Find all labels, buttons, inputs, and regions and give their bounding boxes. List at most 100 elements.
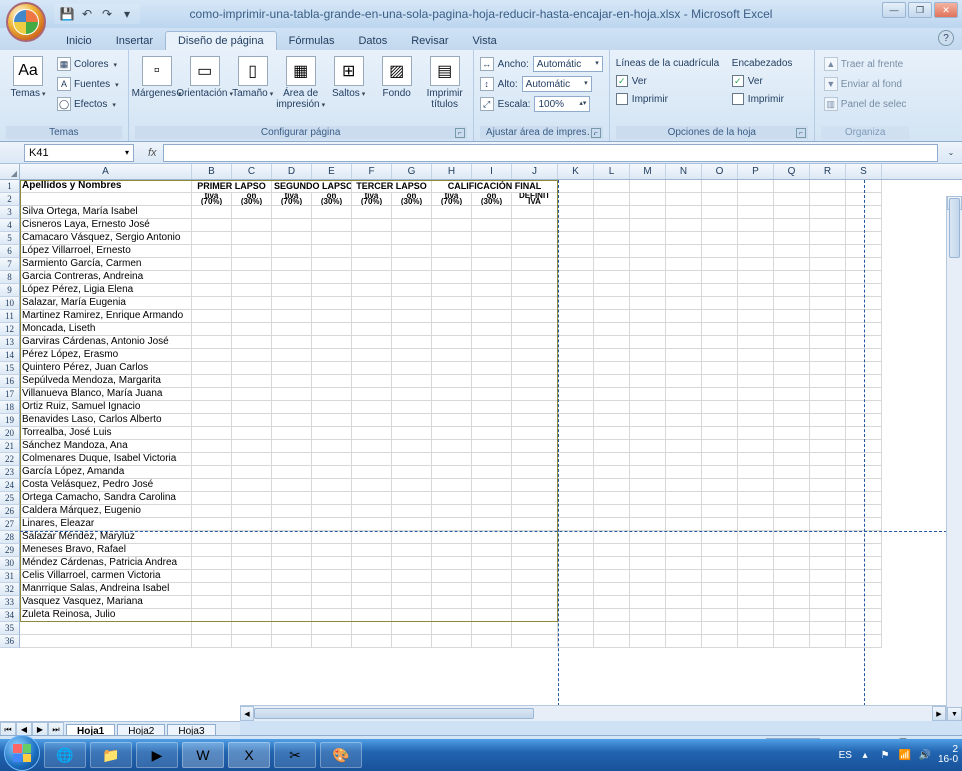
cell[interactable] <box>630 492 666 505</box>
cell[interactable] <box>512 557 558 570</box>
cell[interactable] <box>810 310 846 323</box>
cell[interactable] <box>232 297 272 310</box>
cell[interactable] <box>738 466 774 479</box>
cell[interactable] <box>594 193 630 206</box>
cell[interactable] <box>472 518 512 531</box>
cell[interactable] <box>774 245 810 258</box>
cell[interactable] <box>810 531 846 544</box>
cell[interactable] <box>272 245 312 258</box>
cell[interactable] <box>232 336 272 349</box>
cell[interactable] <box>810 401 846 414</box>
cell[interactable] <box>232 544 272 557</box>
cell[interactable] <box>392 609 432 622</box>
cell[interactable] <box>630 583 666 596</box>
cell[interactable] <box>312 336 352 349</box>
cell[interactable] <box>512 622 558 635</box>
cell[interactable]: Camacaro Vásquez, Sergio Antonio <box>20 232 192 245</box>
row-header[interactable]: 2 <box>0 193 20 206</box>
cell[interactable] <box>666 505 702 518</box>
cell[interactable] <box>594 206 630 219</box>
cell[interactable] <box>312 453 352 466</box>
cell[interactable] <box>630 609 666 622</box>
cell[interactable] <box>630 544 666 557</box>
cell[interactable] <box>512 518 558 531</box>
cell[interactable] <box>432 414 472 427</box>
encabezados-ver-check[interactable]: ✓Ver <box>732 72 808 90</box>
cell[interactable] <box>594 544 630 557</box>
cell[interactable] <box>630 375 666 388</box>
cell[interactable] <box>630 310 666 323</box>
cell[interactable] <box>432 479 472 492</box>
cell[interactable] <box>392 323 432 336</box>
cell[interactable] <box>738 583 774 596</box>
cell[interactable] <box>432 349 472 362</box>
cell[interactable] <box>312 583 352 596</box>
cell[interactable] <box>702 505 738 518</box>
cell[interactable] <box>666 245 702 258</box>
cell[interactable]: Moncada, Liseth <box>20 323 192 336</box>
cell[interactable] <box>774 635 810 648</box>
cell[interactable] <box>232 206 272 219</box>
cell[interactable] <box>512 271 558 284</box>
cell[interactable] <box>774 557 810 570</box>
row-header[interactable]: 30 <box>0 557 20 570</box>
office-button[interactable] <box>6 2 46 42</box>
cell[interactable] <box>630 622 666 635</box>
cell[interactable]: Sepúlveda Mendoza, Margarita <box>20 375 192 388</box>
cell[interactable]: Villanueva Blanco, María Juana <box>20 388 192 401</box>
tab-vista[interactable]: Vista <box>461 32 509 50</box>
cell[interactable] <box>594 349 630 362</box>
taskbar-paint-icon[interactable]: 🎨 <box>320 742 362 768</box>
cell[interactable] <box>774 219 810 232</box>
cell[interactable] <box>312 479 352 492</box>
cell[interactable] <box>594 622 630 635</box>
ancho-input[interactable]: Automátic▾ <box>533 56 603 72</box>
cell[interactable]: Apellidos y Nombres <box>20 180 192 193</box>
cell[interactable] <box>512 245 558 258</box>
cell[interactable] <box>512 336 558 349</box>
cell[interactable] <box>272 492 312 505</box>
cell[interactable] <box>774 310 810 323</box>
tab-inicio[interactable]: Inicio <box>54 32 104 50</box>
cell[interactable] <box>738 375 774 388</box>
cell[interactable] <box>558 193 594 206</box>
tray-flag-icon[interactable]: ⚑ <box>878 748 892 762</box>
cell[interactable] <box>594 245 630 258</box>
cell[interactable] <box>272 635 312 648</box>
cell[interactable] <box>774 297 810 310</box>
cell[interactable] <box>774 544 810 557</box>
select-all-corner[interactable]: ◢ <box>0 164 20 179</box>
row-header[interactable]: 26 <box>0 505 20 518</box>
cell[interactable] <box>312 544 352 557</box>
cell[interactable] <box>352 362 392 375</box>
cell[interactable]: Quintero Pérez, Juan Carlos <box>20 362 192 375</box>
cell[interactable] <box>630 453 666 466</box>
col-header-I[interactable]: I <box>472 164 512 179</box>
cell[interactable] <box>192 349 232 362</box>
cell[interactable] <box>810 271 846 284</box>
row-header[interactable]: 31 <box>0 570 20 583</box>
cell[interactable] <box>810 180 846 193</box>
cell[interactable] <box>630 440 666 453</box>
col-header-C[interactable]: C <box>232 164 272 179</box>
cell[interactable] <box>232 388 272 401</box>
cell[interactable] <box>702 596 738 609</box>
cell[interactable] <box>192 375 232 388</box>
cell[interactable] <box>392 258 432 271</box>
cell[interactable] <box>512 232 558 245</box>
cell[interactable] <box>558 622 594 635</box>
cell[interactable] <box>512 570 558 583</box>
cell[interactable] <box>272 596 312 609</box>
cell[interactable] <box>432 570 472 583</box>
scroll-right-icon[interactable]: ▶ <box>932 706 946 721</box>
cell[interactable] <box>702 544 738 557</box>
cell[interactable] <box>272 622 312 635</box>
cell[interactable]: Salazar, María Eugenia <box>20 297 192 310</box>
cell[interactable] <box>666 583 702 596</box>
cell[interactable] <box>666 570 702 583</box>
cell[interactable] <box>512 388 558 401</box>
cell[interactable] <box>594 596 630 609</box>
cell[interactable] <box>558 427 594 440</box>
col-header-E[interactable]: E <box>312 164 352 179</box>
cell[interactable] <box>810 362 846 375</box>
